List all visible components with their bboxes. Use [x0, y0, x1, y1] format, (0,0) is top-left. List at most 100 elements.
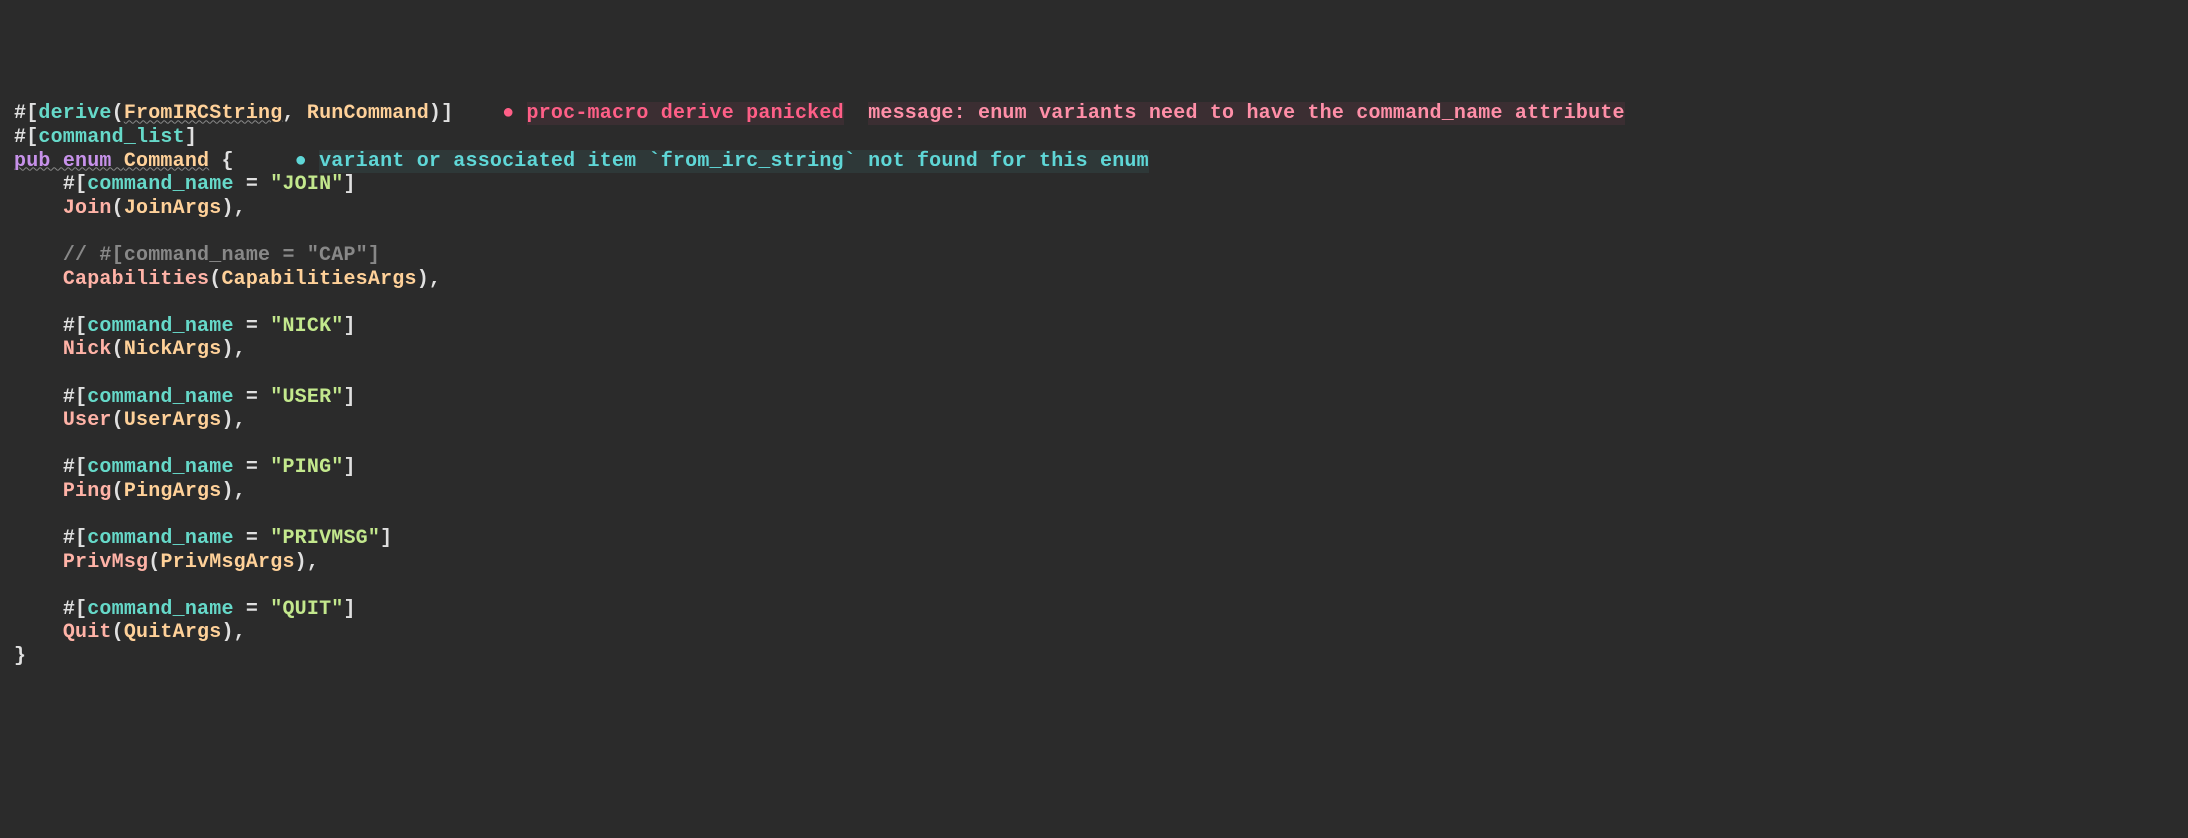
bracket-open: [ [75, 386, 87, 409]
paren-open: ( [209, 268, 221, 291]
indent [14, 527, 63, 550]
code-line-7: Capabilities(CapabilitiesArgs), [14, 268, 2174, 292]
bracket-close: ] [343, 173, 355, 196]
code-line-blank [14, 362, 2174, 386]
comment-cap: // #[command_name = "CAP"] [63, 244, 380, 267]
brace-open: { [221, 150, 233, 173]
paren-open: ( [112, 102, 124, 125]
paren-open: ( [112, 621, 124, 644]
string-user: "USER" [270, 386, 343, 409]
paren-open: ( [112, 338, 124, 361]
variant-capabilities: Capabilities [63, 268, 209, 291]
type-quitargs: QuitArgs [124, 621, 222, 644]
hash-token: # [63, 315, 75, 338]
hash-token: # [63, 386, 75, 409]
variant-join: Join [63, 197, 112, 220]
indent [14, 621, 63, 644]
code-line-16: #[command_name = "QUIT"] [14, 598, 2174, 622]
indent [14, 551, 63, 574]
code-line-10: #[command_name = "USER"] [14, 386, 2174, 410]
code-line-1: #[derive(FromIRCString, RunCommand)] ● p… [14, 102, 2174, 126]
paren-close: ) [221, 621, 233, 644]
paren-close: ) [221, 409, 233, 432]
indent [14, 386, 63, 409]
paren-close: ) [429, 102, 441, 125]
comma-token: , [282, 102, 306, 125]
derive-macro-1: FromIRCString [124, 102, 283, 125]
derive-keyword: derive [38, 102, 111, 125]
indent [14, 409, 63, 432]
code-line-blank [14, 433, 2174, 457]
indent [14, 197, 63, 220]
hash-token: # [63, 173, 75, 196]
type-joinargs: JoinArgs [124, 197, 222, 220]
comma: , [234, 621, 246, 644]
indent [14, 244, 63, 267]
error-bullet-icon: ● [502, 102, 526, 125]
type-pingargs: PingArgs [124, 480, 222, 503]
bracket-open: [ [26, 126, 38, 149]
attr-command-name: command_name [87, 173, 233, 196]
bracket-close: ] [343, 386, 355, 409]
bracket-close: ] [441, 102, 453, 125]
spacer [453, 102, 502, 125]
code-line-2: #[command_list] [14, 126, 2174, 150]
equals: = [234, 173, 271, 196]
indent [14, 268, 63, 291]
comma: , [234, 338, 246, 361]
code-line-15: PrivMsg(PrivMsgArgs), [14, 551, 2174, 575]
code-line-6: // #[command_name = "CAP"] [14, 244, 2174, 268]
derive-macro-2: RunCommand [307, 102, 429, 125]
code-editor[interactable]: #[derive(FromIRCString, RunCommand)] ● p… [14, 102, 2174, 668]
spacer [234, 150, 295, 173]
code-line-blank [14, 291, 2174, 315]
code-line-14: #[command_name = "PRIVMSG"] [14, 527, 2174, 551]
string-nick: "NICK" [270, 315, 343, 338]
indent [14, 338, 63, 361]
equals: = [234, 527, 271, 550]
diagnostic-error-1[interactable]: proc-macro derive panicked [527, 102, 844, 125]
code-line-4: #[command_name = "JOIN"] [14, 173, 2174, 197]
enum-name: Command [124, 150, 209, 173]
paren-open: ( [112, 409, 124, 432]
space [209, 150, 221, 173]
hash-token: # [14, 102, 26, 125]
variant-ping: Ping [63, 480, 112, 503]
code-line-blank [14, 574, 2174, 598]
bracket-open: [ [75, 598, 87, 621]
type-nickargs: NickArgs [124, 338, 222, 361]
brace-close: } [14, 645, 26, 668]
bracket-open: [ [75, 527, 87, 550]
indent [14, 480, 63, 503]
variant-privmsg: PrivMsg [63, 551, 148, 574]
code-line-blank [14, 220, 2174, 244]
comma: , [234, 197, 246, 220]
paren-open: ( [112, 480, 124, 503]
paren-open: ( [112, 197, 124, 220]
bracket-open: [ [26, 102, 38, 125]
code-line-9: Nick(NickArgs), [14, 338, 2174, 362]
indent [14, 456, 63, 479]
diagnostic-info[interactable]: variant or associated item `from_irc_str… [319, 150, 1149, 173]
comma: , [234, 409, 246, 432]
bracket-close: ] [343, 456, 355, 479]
attr-command-name: command_name [87, 456, 233, 479]
paren-close: ) [417, 268, 429, 291]
bracket-close: ] [343, 315, 355, 338]
equals: = [234, 598, 271, 621]
hash-token: # [63, 527, 75, 550]
comma: , [234, 480, 246, 503]
code-line-8: #[command_name = "NICK"] [14, 315, 2174, 339]
paren-close: ) [295, 551, 307, 574]
paren-open: ( [148, 551, 160, 574]
string-join: "JOIN" [270, 173, 343, 196]
paren-close: ) [221, 338, 233, 361]
bracket-open: [ [75, 456, 87, 479]
diagnostic-error-2[interactable]: message: enum variants need to have the … [868, 102, 1625, 125]
bracket-open: [ [75, 173, 87, 196]
variant-user: User [63, 409, 112, 432]
bracket-close: ] [343, 598, 355, 621]
code-line-12: #[command_name = "PING"] [14, 456, 2174, 480]
string-quit: "QUIT" [270, 598, 343, 621]
keyword-enum: enum [63, 150, 124, 173]
